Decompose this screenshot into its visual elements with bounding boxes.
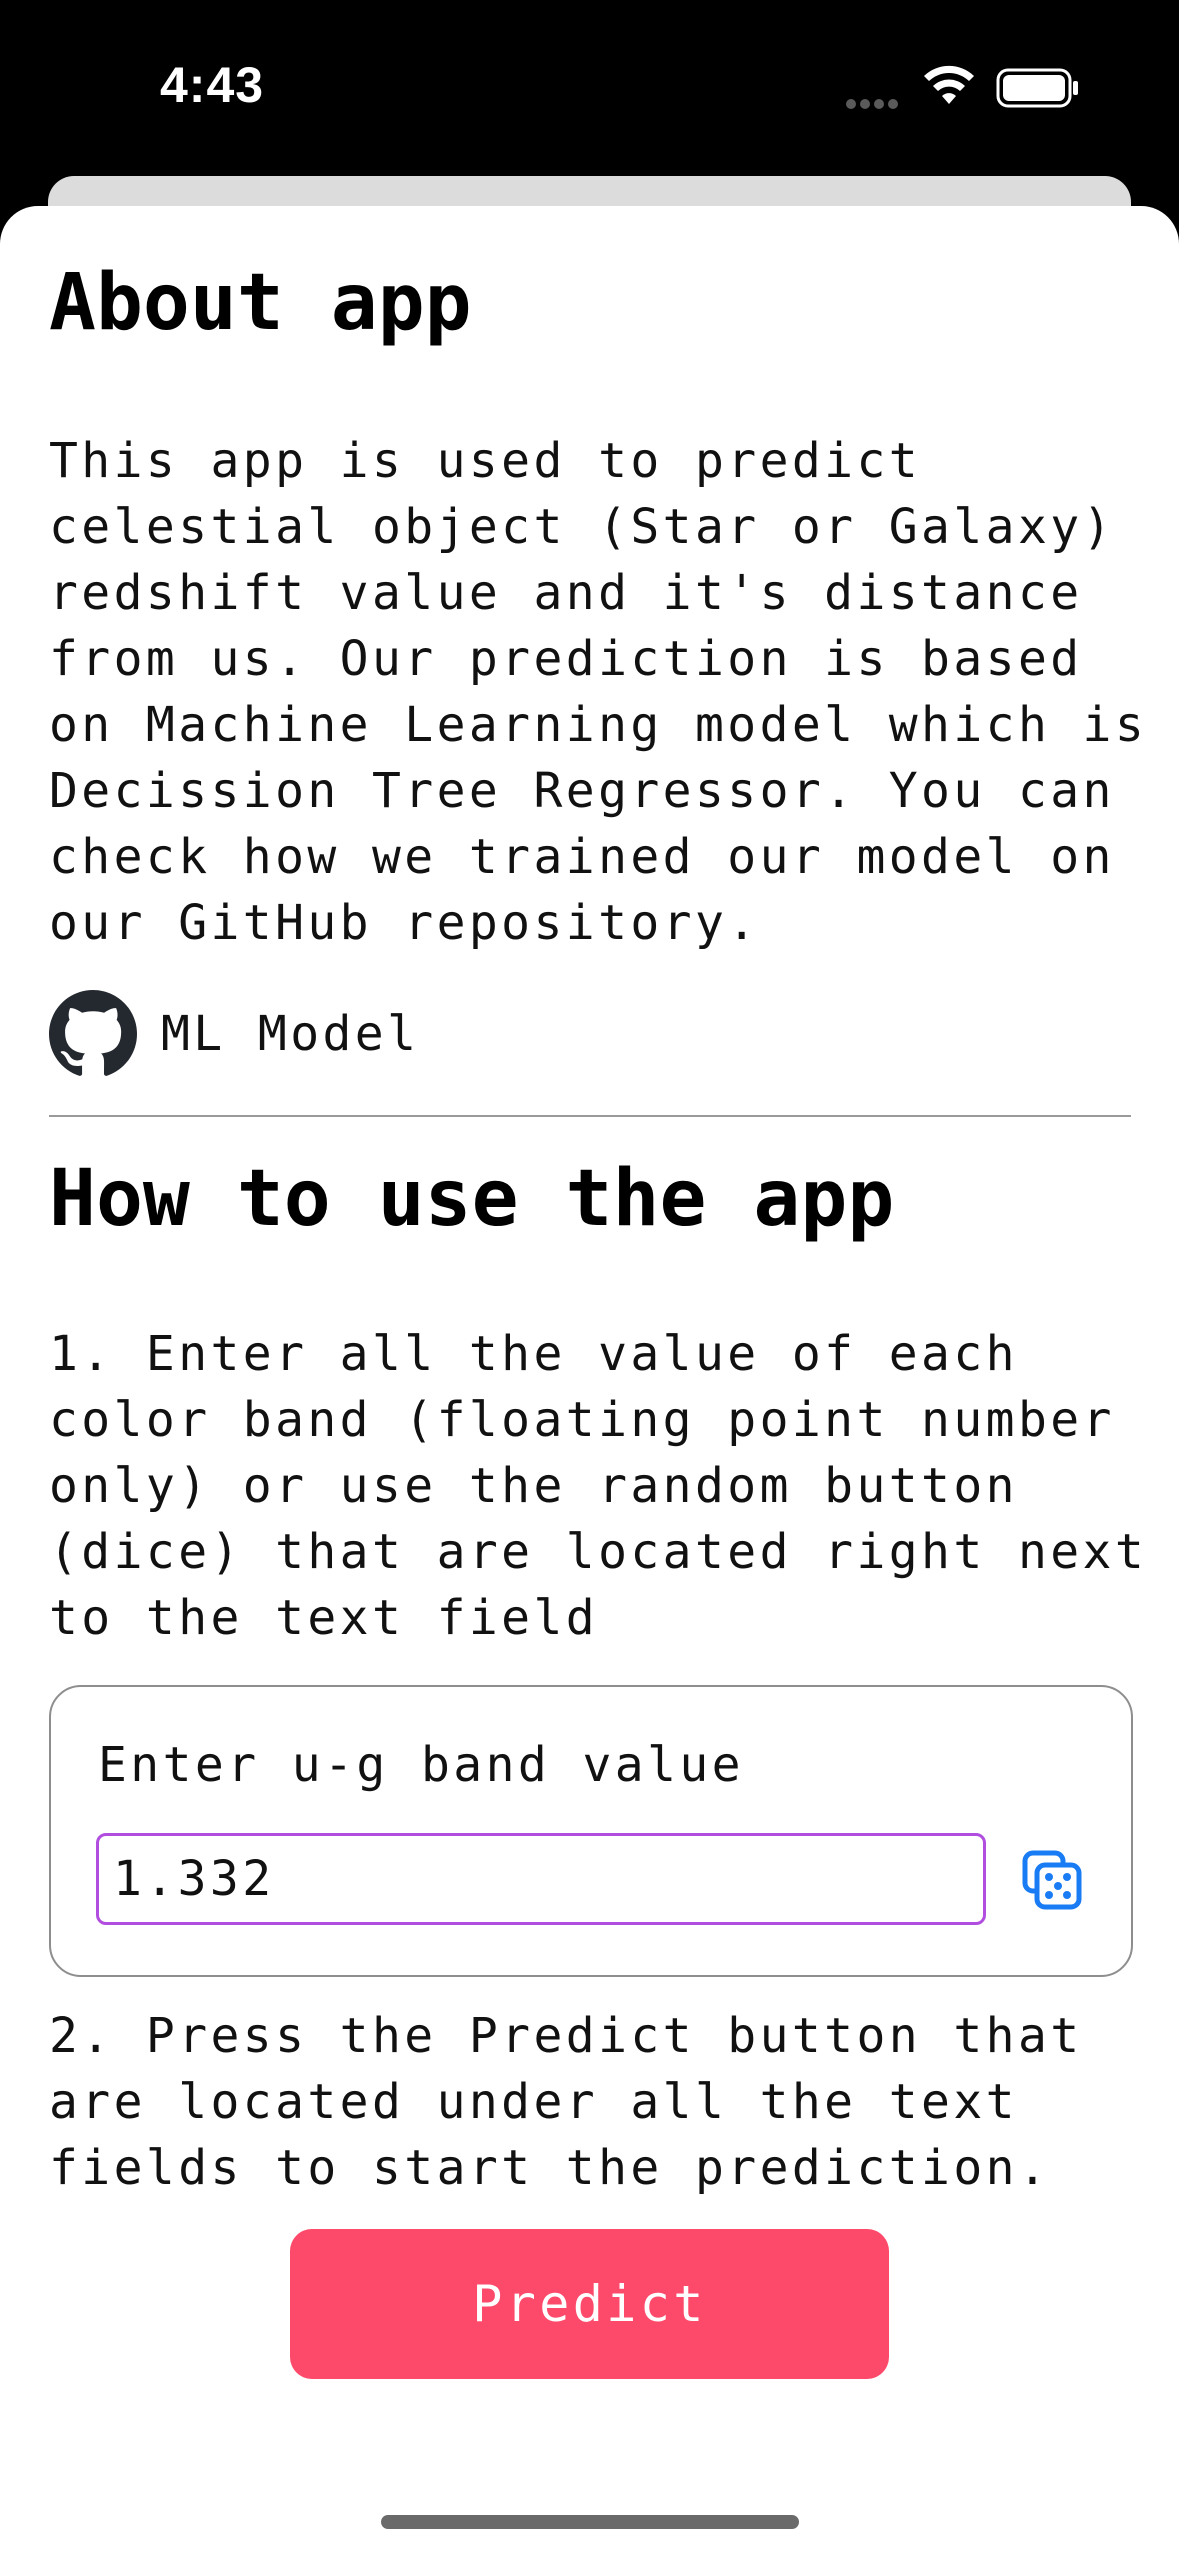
about-description: This app is used to predict celestial ob… [49, 433, 1148, 951]
signal-dots-icon [846, 94, 906, 109]
band-input-label: Enter u-g band value [98, 1737, 744, 1793]
about-heading: About app [49, 258, 472, 348]
status-time: 4:43 [160, 57, 265, 113]
step-2-instructions: 2. Press the Predict button that are loc… [49, 2008, 1083, 2196]
random-dice-button[interactable] [1021, 1849, 1083, 1911]
section-divider [49, 1115, 1131, 1117]
ml-model-link-label: ML Model [161, 1006, 420, 1062]
status-bar: 4:43 [0, 0, 1179, 175]
ug-band-input[interactable] [96, 1833, 986, 1925]
band-input-card: Enter u-g band value [49, 1685, 1133, 1977]
home-indicator[interactable] [381, 2515, 799, 2529]
how-to-heading: How to use the app [49, 1154, 895, 1244]
wifi-icon [924, 65, 974, 104]
modal-sheet: About app This app is used to predict ce… [0, 206, 1179, 2556]
battery-icon [996, 68, 1078, 108]
predict-button[interactable]: Predict [290, 2229, 889, 2379]
step-1-instructions: 1. Enter all the value of each color ban… [49, 1326, 1148, 1646]
ml-model-link[interactable]: ML Model [49, 990, 419, 1078]
github-icon [49, 990, 137, 1076]
dice-icon [1022, 1850, 1082, 1910]
